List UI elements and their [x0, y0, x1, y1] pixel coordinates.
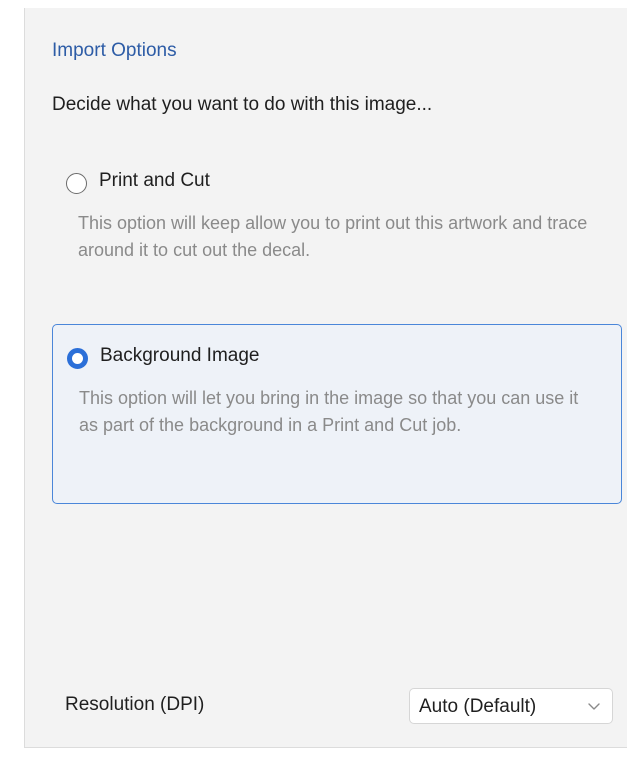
panel-title: Import Options — [52, 40, 177, 61]
option-print-and-cut[interactable]: Print and Cut This option will keep allo… — [52, 158, 622, 286]
option-label: Print and Cut — [99, 170, 210, 191]
resolution-select[interactable]: Auto (Default) — [409, 688, 613, 724]
resolution-label: Resolution (DPI) — [65, 694, 205, 715]
radio-selected-icon[interactable] — [67, 348, 88, 369]
option-label: Background Image — [100, 345, 260, 366]
prompt-text: Decide what you want to do with this ima… — [52, 94, 433, 115]
radio-unselected-icon[interactable] — [66, 173, 87, 194]
resolution-select-value: Auto (Default) — [419, 696, 537, 717]
chevron-down-icon — [588, 703, 600, 710]
option-description: This option will keep allow you to print… — [78, 213, 588, 260]
option-description: This option will let you bring in the im… — [79, 388, 579, 435]
import-options-panel: Import Options Decide what you want to d… — [24, 8, 627, 748]
option-background-image[interactable]: Background Image This option will let yo… — [52, 324, 622, 504]
